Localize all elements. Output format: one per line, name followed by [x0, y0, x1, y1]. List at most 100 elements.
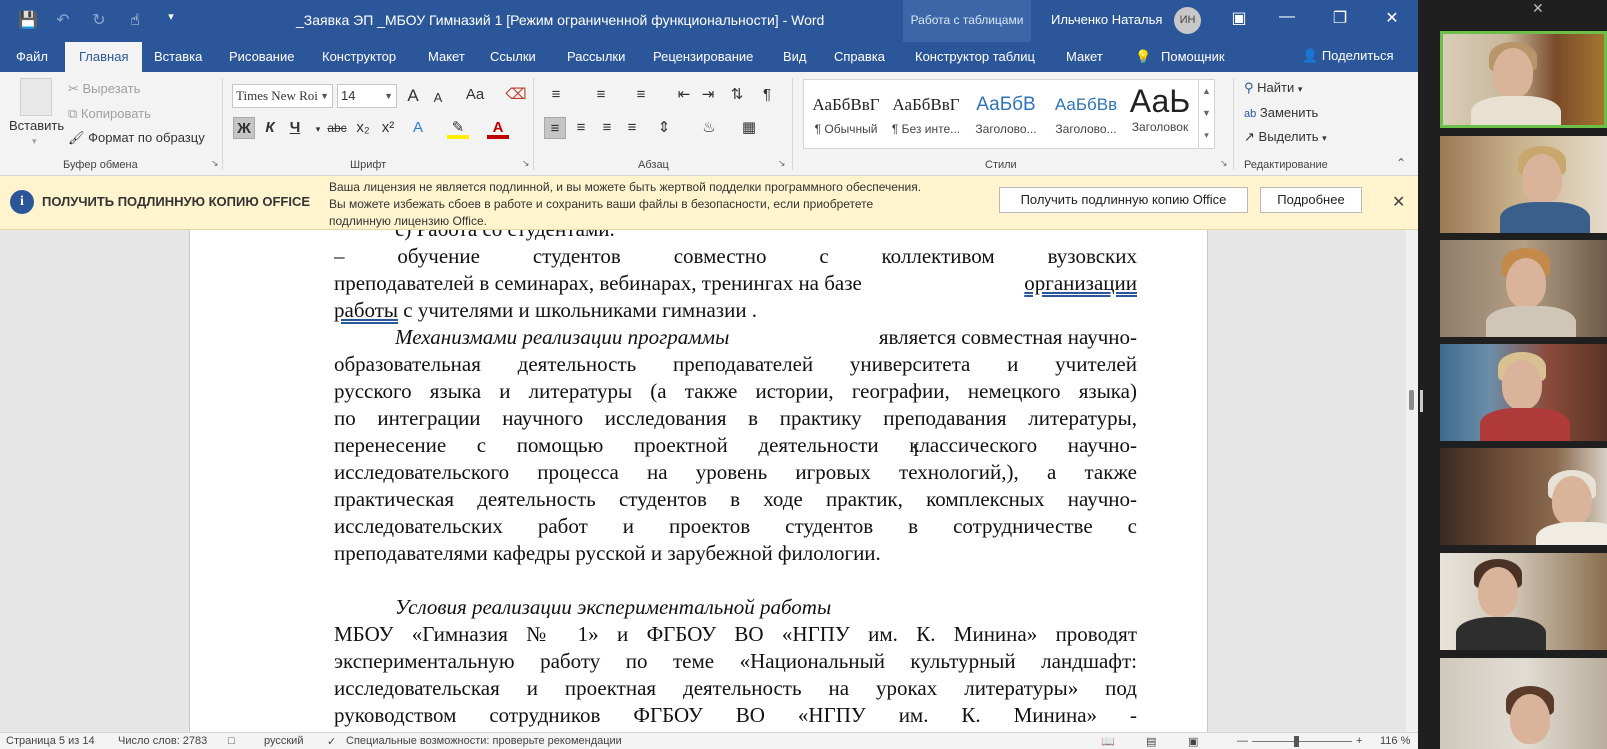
tab-tell-me[interactable]: Помощник: [1161, 49, 1225, 64]
font-launcher-icon[interactable]: ↘: [522, 158, 530, 169]
italic-button[interactable]: К: [259, 117, 281, 139]
redo-icon[interactable]: ↻: [90, 10, 108, 30]
strikethrough-button[interactable]: abc: [324, 117, 350, 139]
customize-qat-icon[interactable]: ▾: [162, 10, 180, 30]
undo-icon[interactable]: ↶: [54, 10, 72, 30]
multilevel-list-icon[interactable]: ≡: [630, 84, 652, 106]
paste-button[interactable]: Вставить: [9, 118, 64, 133]
decrease-indent-icon[interactable]: ⇤: [673, 84, 695, 106]
word-count[interactable]: Число слов: 2783: [118, 735, 207, 747]
get-genuine-office-button[interactable]: Получить подлинную копию Office: [999, 187, 1248, 213]
participant-video-tile[interactable]: [1440, 136, 1607, 233]
participant-video-tile[interactable]: [1440, 553, 1607, 650]
learn-more-button[interactable]: Подробнее: [1260, 187, 1362, 213]
chevron-up-icon[interactable]: ▲: [1199, 80, 1214, 102]
paste-icon[interactable]: [20, 78, 52, 116]
tab-table-design[interactable]: Конструктор таблиц: [915, 49, 1035, 64]
select-button[interactable]: ↗ Выделить ▾: [1244, 129, 1327, 145]
page-indicator[interactable]: Страница 5 из 14: [6, 735, 95, 747]
document-link-text[interactable]: организации: [1024, 270, 1137, 297]
participant-video-tile[interactable]: [1440, 240, 1607, 337]
subscript-button[interactable]: x₂: [352, 117, 374, 139]
close-icon[interactable]: ✕: [1377, 8, 1407, 28]
scrollbar-thumb[interactable]: [1409, 390, 1414, 410]
zoom-level[interactable]: 116 %: [1380, 735, 1410, 747]
tab-home[interactable]: Главная: [65, 42, 143, 72]
paragraph-launcher-icon[interactable]: ↘: [778, 158, 786, 169]
font-size-select[interactable]: 14 ▼: [337, 84, 397, 108]
shrink-font-button[interactable]: A: [427, 87, 449, 109]
tab-layout[interactable]: Макет: [428, 49, 465, 64]
tab-file[interactable]: Файл: [16, 49, 48, 64]
save-icon[interactable]: 💾: [18, 10, 38, 30]
more-styles-icon[interactable]: ▾: [1199, 124, 1214, 146]
accessibility-status[interactable]: Специальные возможности: проверьте реком…: [346, 735, 622, 747]
collapse-ribbon-icon[interactable]: ⌃: [1396, 156, 1406, 170]
touch-mode-icon[interactable]: ☝: [126, 10, 144, 30]
share-button[interactable]: 👤 Поделиться: [1302, 48, 1394, 64]
panel-resize-handle[interactable]: [1420, 390, 1423, 412]
styles-launcher-icon[interactable]: ↘: [1220, 158, 1228, 169]
user-name[interactable]: Ильченко Наталья: [1051, 12, 1162, 27]
align-center-icon[interactable]: ≡: [570, 117, 592, 139]
increase-indent-icon[interactable]: ⇥: [697, 84, 719, 106]
tab-mailings[interactable]: Рассылки: [567, 49, 625, 64]
font-name-select[interactable]: Times New Roi ▼: [232, 84, 333, 108]
font-color-icon[interactable]: A: [487, 117, 509, 139]
align-right-icon[interactable]: ≡: [596, 117, 618, 139]
styles-scroll[interactable]: ▲ ▼ ▾: [1198, 80, 1214, 148]
language-indicator[interactable]: русский: [264, 735, 303, 747]
vertical-scrollbar[interactable]: [1406, 230, 1418, 732]
close-icon[interactable]: ✕: [1392, 192, 1405, 212]
print-layout-icon[interactable]: ▤: [1146, 735, 1156, 748]
avatar[interactable]: ИН: [1174, 7, 1201, 34]
tab-review[interactable]: Рецензирование: [653, 49, 753, 64]
restore-icon[interactable]: ❐: [1325, 8, 1355, 28]
style-normal[interactable]: АаБбВвГ ¶ Обычный: [806, 80, 886, 148]
format-painter-button[interactable]: 🖌 Формат по образцу: [68, 130, 205, 146]
borders-icon[interactable]: ▦: [738, 117, 760, 139]
find-button[interactable]: ⚲ Найти ▾: [1244, 80, 1302, 96]
line-spacing-icon[interactable]: ⇕: [653, 117, 675, 139]
numbering-icon[interactable]: ≡: [590, 84, 612, 106]
show-formatting-marks-icon[interactable]: ¶: [756, 84, 778, 106]
paste-dropdown-icon[interactable]: ▾: [32, 136, 37, 147]
style-title[interactable]: АаЬ Заголовок: [1120, 80, 1200, 148]
tab-references[interactable]: Ссылки: [490, 49, 536, 64]
document-canvas[interactable]: с) Работа со студентами. – обучение студ…: [0, 230, 1406, 732]
tab-insert[interactable]: Вставка: [154, 49, 202, 64]
zoom-slider[interactable]: [1252, 741, 1352, 742]
tab-table-layout[interactable]: Макет: [1066, 49, 1103, 64]
tab-view[interactable]: Вид: [783, 49, 807, 64]
highlight-icon[interactable]: ✎: [447, 117, 469, 139]
participant-video-tile[interactable]: [1440, 658, 1607, 749]
copy-button[interactable]: ⧉ Копировать: [68, 106, 151, 122]
bullets-icon[interactable]: ≡: [545, 84, 567, 106]
sort-icon[interactable]: ⇅: [726, 84, 748, 106]
read-mode-icon[interactable]: 📖: [1101, 735, 1115, 748]
chevron-down-icon[interactable]: ▼: [1199, 102, 1214, 124]
style-no-spacing[interactable]: АаБбВвГ ¶ Без инте...: [886, 80, 966, 148]
participant-video-tile[interactable]: [1440, 31, 1607, 128]
change-case-button[interactable]: Aa: [459, 84, 491, 106]
proofing-icon[interactable]: □: [228, 735, 235, 747]
style-heading-2[interactable]: АаБбВв Заголово...: [1046, 80, 1126, 148]
participant-video-tile[interactable]: [1440, 448, 1607, 545]
accessibility-icon[interactable]: ✓: [327, 735, 336, 748]
web-layout-icon[interactable]: ▣: [1188, 735, 1198, 748]
tab-design[interactable]: Конструктор: [322, 49, 396, 64]
ribbon-display-icon[interactable]: ▣: [1224, 8, 1254, 28]
close-icon[interactable]: ✕: [1532, 0, 1544, 17]
zoom-out-icon[interactable]: —: [1237, 735, 1248, 747]
cut-button[interactable]: ✂ Вырезать: [68, 81, 140, 97]
shading-icon[interactable]: ♨: [698, 117, 720, 139]
style-heading-1[interactable]: АаБбВ Заголово...: [966, 80, 1046, 148]
replace-button[interactable]: ab Заменить: [1244, 105, 1318, 120]
clear-formatting-icon[interactable]: ⌫: [505, 84, 527, 106]
align-left-icon[interactable]: ≡: [544, 117, 566, 139]
minimize-icon[interactable]: —: [1272, 8, 1302, 26]
bold-button[interactable]: Ж: [233, 117, 255, 139]
participant-video-tile[interactable]: [1440, 344, 1607, 441]
underline-button[interactable]: Ч: [284, 117, 306, 139]
clipboard-launcher-icon[interactable]: ↘: [211, 158, 219, 169]
